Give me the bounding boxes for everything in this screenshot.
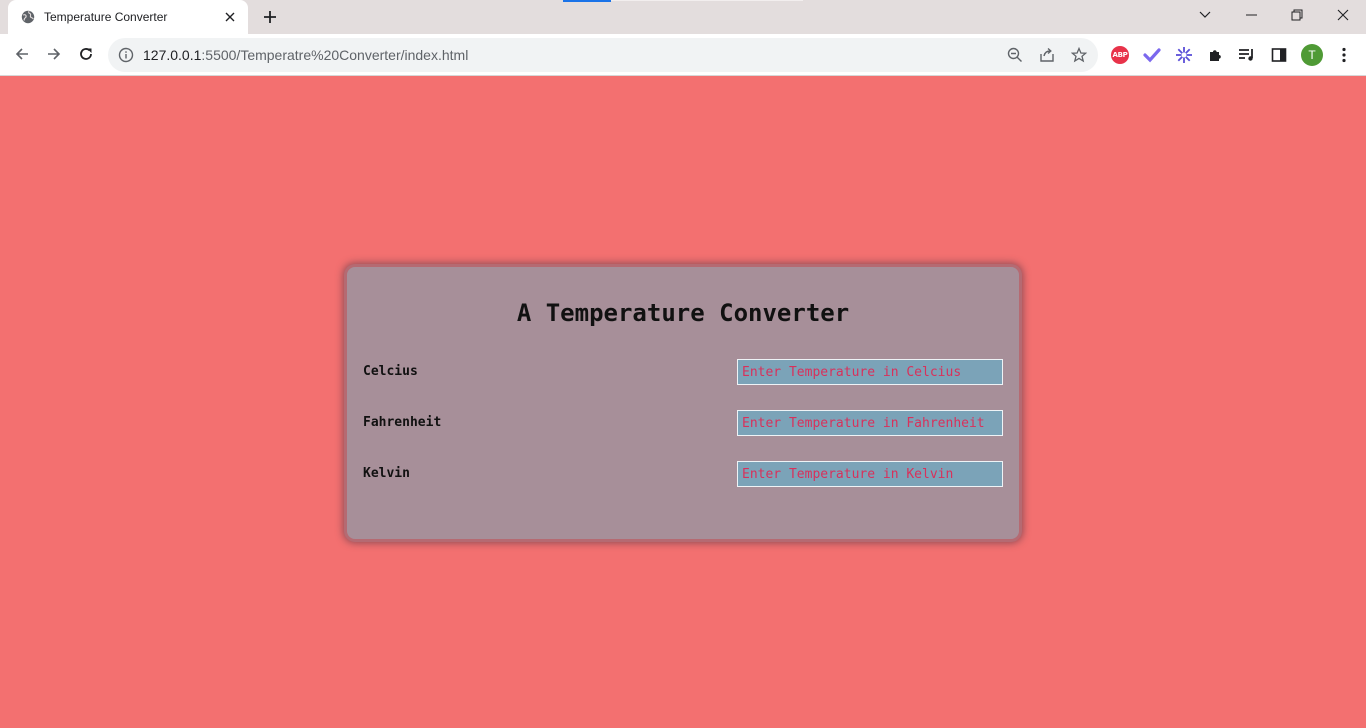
forward-arrow-icon[interactable] xyxy=(39,39,69,69)
browser-toolbar: 127.0.0.1:5500/Temperatre%20Converter/in… xyxy=(0,34,1366,76)
reading-list-icon[interactable] xyxy=(1237,45,1257,65)
close-window-icon[interactable] xyxy=(1320,0,1366,30)
puzzle-extensions-icon[interactable] xyxy=(1206,45,1226,65)
kelvin-label: Kelvin xyxy=(363,466,410,481)
tab-title: Temperature Converter xyxy=(44,10,168,24)
bookmark-star-icon[interactable] xyxy=(1070,46,1088,64)
checkmark-extension-icon[interactable] xyxy=(1142,45,1162,65)
address-bar[interactable]: 127.0.0.1:5500/Temperatre%20Converter/in… xyxy=(108,38,1098,72)
side-panel-icon[interactable] xyxy=(1269,45,1289,65)
share-icon[interactable] xyxy=(1038,46,1056,64)
close-tab-icon[interactable] xyxy=(222,9,238,25)
url-host: 127.0.0.1 xyxy=(143,47,202,63)
restore-icon[interactable] xyxy=(1274,0,1320,30)
globe-icon xyxy=(21,10,35,24)
tab-indicator-shadow xyxy=(611,0,803,1)
tab-temperature-converter[interactable]: Temperature Converter xyxy=(8,0,248,34)
tab-indicator xyxy=(563,0,611,2)
minimize-icon[interactable] xyxy=(1228,0,1274,30)
tab-strip: Temperature Converter xyxy=(0,0,1366,34)
celcius-input[interactable] xyxy=(737,359,1003,385)
url-text: 127.0.0.1:5500/Temperatre%20Converter/in… xyxy=(143,38,468,72)
profile-avatar[interactable]: T xyxy=(1301,44,1323,66)
new-tab-button[interactable] xyxy=(260,7,280,27)
adblock-plus-icon[interactable]: ABP xyxy=(1110,45,1130,65)
url-path: :5500/Temperatre%20Converter/index.html xyxy=(201,47,469,63)
menu-kebab-icon[interactable] xyxy=(1334,45,1354,65)
back-arrow-icon[interactable] xyxy=(7,39,37,69)
celcius-label: Celcius xyxy=(363,364,418,379)
fahrenheit-label: Fahrenheit xyxy=(363,415,442,430)
reload-icon[interactable] xyxy=(71,39,101,69)
site-info-icon[interactable] xyxy=(118,47,134,63)
fahrenheit-input[interactable] xyxy=(737,410,1003,436)
page-title: A Temperature Converter xyxy=(516,299,850,327)
converter-card: A Temperature Converter Celcius Fahrenhe… xyxy=(347,267,1019,539)
tab-search-icon[interactable] xyxy=(1182,0,1228,30)
asterisk-extension-icon[interactable] xyxy=(1174,45,1194,65)
zoom-icon[interactable] xyxy=(1006,46,1024,64)
kelvin-input[interactable] xyxy=(737,461,1003,487)
